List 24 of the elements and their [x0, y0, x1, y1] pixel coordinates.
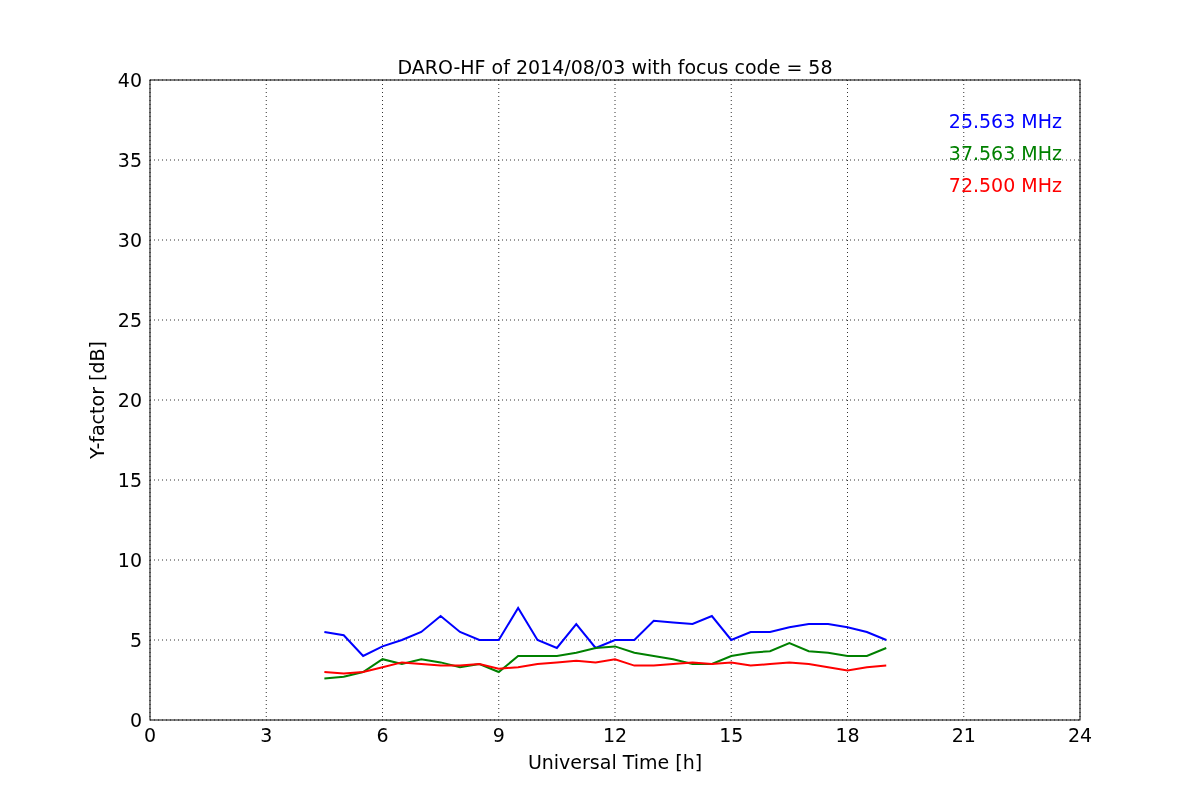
tick-label: 30 [117, 229, 142, 251]
axis-label: Universal Time [h] [527, 751, 703, 773]
tick-label: 20 [117, 389, 142, 411]
tick-label: 24 [1067, 724, 1093, 746]
axis-label: Y-factor [dB] [86, 341, 108, 459]
tick-label: 0 [143, 724, 157, 746]
tick-label: 3 [260, 724, 273, 746]
tick-label: 21 [951, 724, 976, 746]
chart-title: DARO-HF of 2014/08/03 with focus code = 58 [397, 56, 833, 78]
legend-label: 37.563 MHz [948, 142, 1062, 164]
tick-label: 6 [376, 724, 389, 746]
tick-label: 35 [117, 149, 142, 171]
tick-label: 15 [117, 469, 142, 491]
tick-label: 15 [719, 724, 744, 746]
legend-label: 72.500 MHz [948, 174, 1062, 196]
tick-label: 5 [129, 629, 142, 651]
tick-label: 25 [117, 309, 142, 331]
tick-label: 18 [835, 724, 860, 746]
tick-label: 9 [492, 724, 505, 746]
tick-label: 0 [129, 709, 142, 731]
tick-label: 10 [117, 549, 142, 571]
legend-label: 25.563 MHz [948, 110, 1062, 132]
tick-label: 40 [117, 69, 142, 91]
tick-label: 12 [602, 724, 628, 746]
